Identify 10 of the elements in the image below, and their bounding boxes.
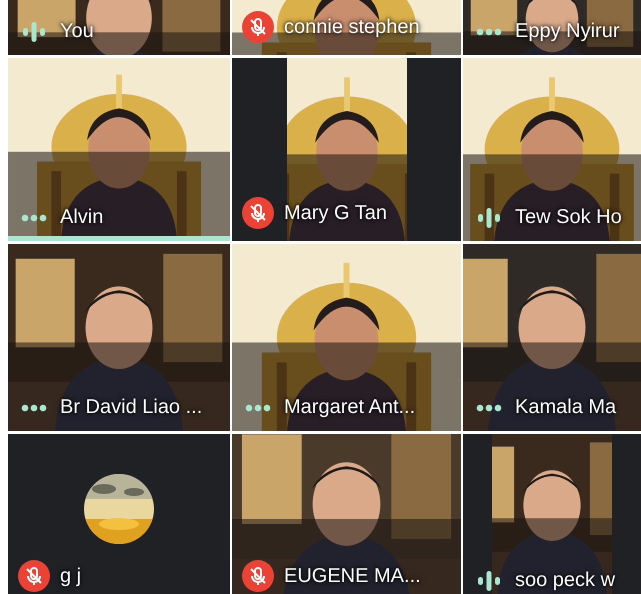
participant-name: Kamala Ma xyxy=(515,396,616,419)
participant-name: Mary G Tan xyxy=(284,202,387,224)
participant-name: Br David Liao ... xyxy=(60,396,202,419)
participant-name: g j xyxy=(60,564,82,588)
participant-name: Alvin xyxy=(60,206,104,229)
participant-name: You xyxy=(60,20,94,43)
participant-name: soo peck w xyxy=(515,569,616,592)
participant-name: EUGENE MA... xyxy=(284,564,421,588)
participant-name: Margaret Ant... xyxy=(284,396,416,419)
participant-name: Tew Sok Ho xyxy=(515,206,622,229)
